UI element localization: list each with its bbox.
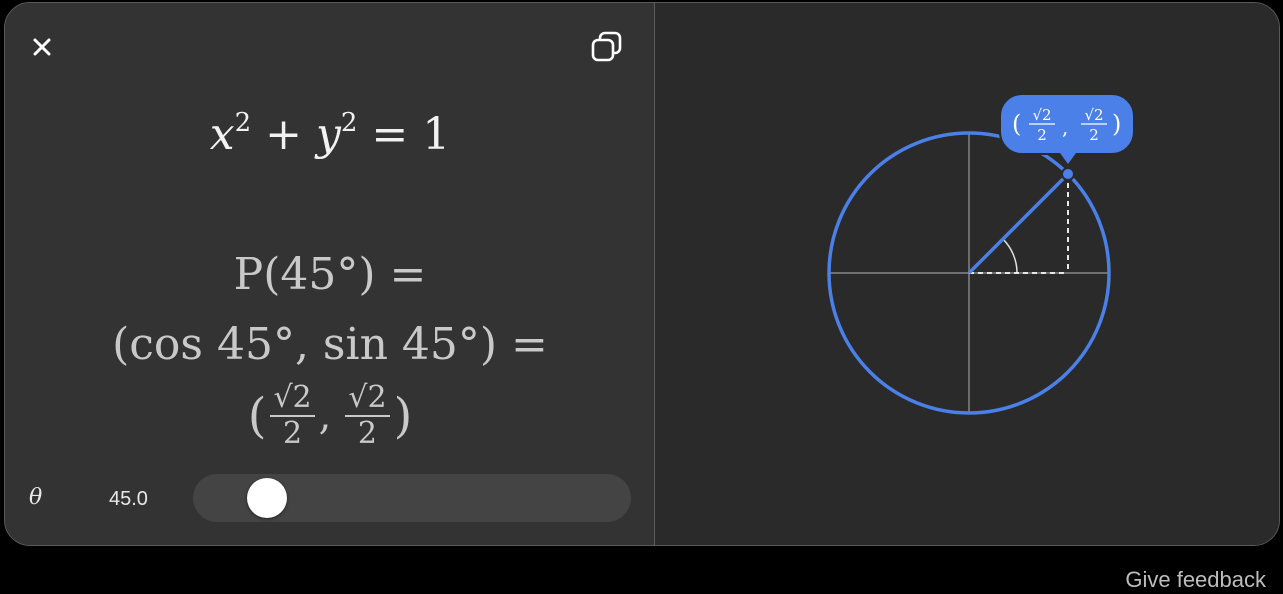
theta-slider[interactable] (193, 474, 631, 522)
fraction-x-numerator: √2 (270, 381, 315, 417)
point-label-tail (1059, 153, 1076, 165)
fraction-x: √2 2 (270, 381, 315, 451)
copy-button[interactable] (589, 29, 625, 65)
angle-arc (1002, 238, 1018, 274)
unit-circle-graph[interactable]: ( √2 2 , √2 2 ) (655, 3, 1280, 546)
label-paren-close: ) (1112, 110, 1121, 138)
eq-var-y: y (315, 109, 341, 160)
fraction-y: √2 2 (345, 381, 390, 451)
give-feedback-link[interactable]: Give feedback (1125, 566, 1266, 594)
point-equation-line1: P(45°) = (233, 249, 427, 300)
fraction-y-denominator: 2 (357, 416, 377, 451)
circle-equation: x2 + y2 = 1 (5, 107, 655, 163)
comma: , (318, 393, 332, 439)
slider-value[interactable]: 45.0 (109, 486, 148, 512)
graph-panel[interactable]: ( √2 2 , √2 2 ) (655, 3, 1280, 546)
graph-card: x2 + y2 = 1 P(45°) = (cos 45°, sin 45°) … (4, 2, 1280, 546)
label-y-numerator: √2 (1084, 106, 1103, 124)
paren-close: ) (393, 388, 413, 444)
eq-var-x: x (209, 109, 235, 160)
eq-plus: + (251, 109, 316, 160)
point-equation-line2: (cos 45°, sin 45°) = (112, 319, 548, 370)
close-button[interactable] (30, 35, 54, 59)
eq-exp-x: 2 (234, 108, 252, 138)
fraction-y-numerator: √2 (345, 381, 390, 417)
fraction-x-denominator: 2 (282, 416, 303, 451)
eq-exp-y: 2 (340, 108, 358, 138)
label-x-denominator: 2 (1037, 126, 1047, 144)
eq-rhs: = 1 (357, 109, 451, 160)
close-icon (33, 38, 51, 56)
label-comma: , (1062, 115, 1068, 139)
slider-thumb[interactable] (247, 478, 287, 518)
radius-line (967, 172, 1070, 275)
point-equation-line3: (√2 2, √2 2) (5, 375, 655, 457)
label-x-numerator: √2 (1032, 106, 1051, 124)
label-paren-open: ( (1012, 110, 1021, 138)
point-marker[interactable] (1060, 167, 1075, 182)
slider-variable-label: θ (29, 485, 43, 510)
copy-icon (591, 31, 622, 62)
point-label: ( √2 2 , √2 2 ) (998, 93, 1135, 165)
expression-panel: x2 + y2 = 1 P(45°) = (cos 45°, sin 45°) … (5, 3, 655, 545)
paren-open: ( (247, 388, 267, 444)
label-y-denominator: 2 (1089, 126, 1099, 144)
